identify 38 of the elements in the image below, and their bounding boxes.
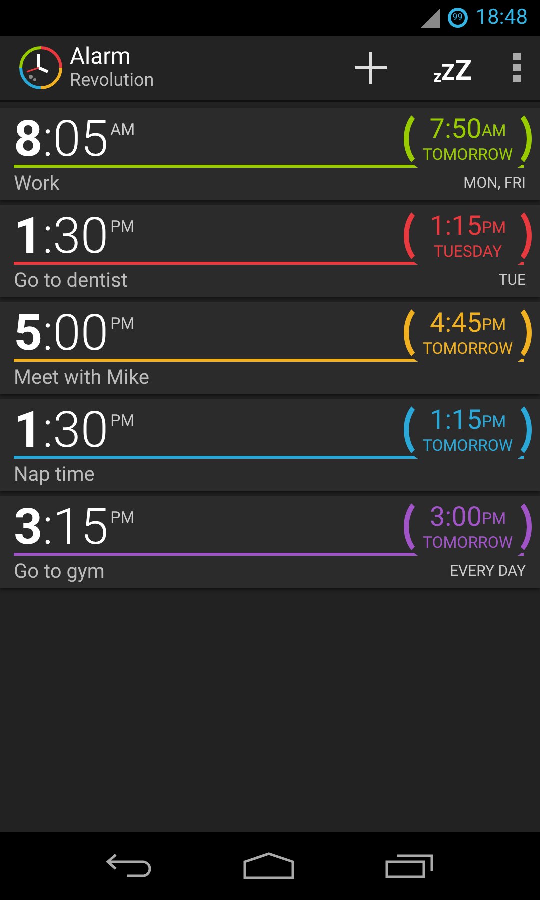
alarm-label: Go to dentist <box>14 268 128 292</box>
alarm-days: TUE <box>498 271 526 289</box>
alarm-hour: 1 <box>14 405 43 457</box>
alarm-ampm: PM <box>110 217 135 236</box>
back-icon[interactable] <box>105 853 153 879</box>
signal-icon <box>420 8 440 28</box>
alarm-hour: 5 <box>14 308 43 360</box>
alarm-label: Nap time <box>14 462 95 486</box>
alarm-minutes: :00 <box>42 308 109 360</box>
notification-badge: 99 <box>448 8 468 28</box>
alarm-days: EVERY DAY <box>450 562 526 580</box>
alarm-label: Meet with Mike <box>14 365 150 389</box>
alarm-label: Go to gym <box>14 559 105 583</box>
alarm-ampm: PM <box>110 508 135 527</box>
alarm-hour: 8 <box>14 114 43 166</box>
app-title: Alarm <box>70 44 132 70</box>
alarm-ampm: PM <box>110 314 135 333</box>
next-alarm-badge[interactable]: 7:50AM TOMORROW <box>404 108 532 170</box>
alarm-minutes: :05 <box>42 114 109 166</box>
clock-time: 18:48 <box>476 6 528 30</box>
snooze-button[interactable]: zZZ <box>434 51 472 85</box>
alarm-minutes: :30 <box>42 211 109 263</box>
alarm-days: MON, FRI <box>464 174 526 192</box>
alarm-label: Work <box>14 171 60 195</box>
next-alarm-badge[interactable]: 1:15PM TOMORROW <box>404 399 532 461</box>
app-subtitle: Revolution <box>70 70 156 92</box>
overflow-menu-icon[interactable] <box>512 53 522 83</box>
alarm-minutes: :30 <box>42 405 109 457</box>
alarm-hour: 3 <box>14 502 43 554</box>
alarm-hour: 1 <box>14 211 43 263</box>
add-icon[interactable] <box>354 51 388 85</box>
clock-logo-icon[interactable] <box>18 45 64 91</box>
alarm-ampm: PM <box>110 411 135 430</box>
alarm-ampm: AM <box>110 120 136 139</box>
next-alarm-badge[interactable]: 4:45PM TOMORROW <box>404 302 532 364</box>
alarm-minutes: :15 <box>42 502 109 554</box>
recent-apps-icon[interactable] <box>385 853 435 879</box>
home-icon[interactable] <box>243 852 295 880</box>
